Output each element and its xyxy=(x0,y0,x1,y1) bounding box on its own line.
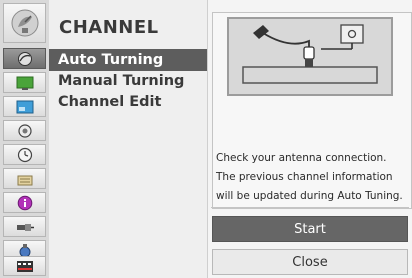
category-media[interactable] xyxy=(3,256,46,276)
menu-item-channel-edit[interactable]: Channel Edit xyxy=(49,91,207,113)
category-lock[interactable] xyxy=(3,168,46,189)
category-screen[interactable] xyxy=(3,96,46,117)
antenna-cable-icon xyxy=(242,24,378,84)
category-channel[interactable] xyxy=(3,48,46,69)
category-channel-header xyxy=(3,3,46,43)
info-line: will be updated during Auto Tuning. xyxy=(216,190,403,202)
channel-icon xyxy=(17,51,32,66)
screen-icon xyxy=(16,100,33,113)
lock-icon xyxy=(17,175,32,185)
satellite-dish-icon xyxy=(11,9,38,37)
category-time[interactable] xyxy=(3,144,46,165)
input-plug-icon xyxy=(16,223,34,231)
media-icon xyxy=(16,261,33,272)
clock-icon xyxy=(17,147,32,162)
audio-icon xyxy=(17,123,32,138)
divider xyxy=(211,207,409,208)
menu-item-auto-tuning[interactable]: Auto Turning xyxy=(49,49,207,71)
category-info[interactable] xyxy=(3,192,46,213)
picture-icon xyxy=(16,76,33,90)
category-input[interactable] xyxy=(3,216,46,237)
menu-item-manual-tuning[interactable]: Manual Turning xyxy=(49,70,207,92)
category-icon-column xyxy=(0,0,49,278)
close-button[interactable]: Close xyxy=(212,249,408,275)
category-audio[interactable] xyxy=(3,120,46,141)
info-message: Check your antenna connection. The previ… xyxy=(216,149,408,206)
channel-menu-panel: CHANNEL Auto Turning Manual Turning Chan… xyxy=(49,0,207,278)
info-icon xyxy=(17,195,32,210)
tv-setup-menu: CHANNEL Auto Turning Manual Turning Chan… xyxy=(0,0,412,278)
info-line: Check your antenna connection. xyxy=(216,152,387,164)
category-picture[interactable] xyxy=(3,72,46,93)
info-line: The previous channel information xyxy=(216,171,393,183)
start-button[interactable]: Start xyxy=(212,216,408,242)
antenna-connection-diagram xyxy=(227,17,393,96)
menu-title: CHANNEL xyxy=(59,17,159,38)
